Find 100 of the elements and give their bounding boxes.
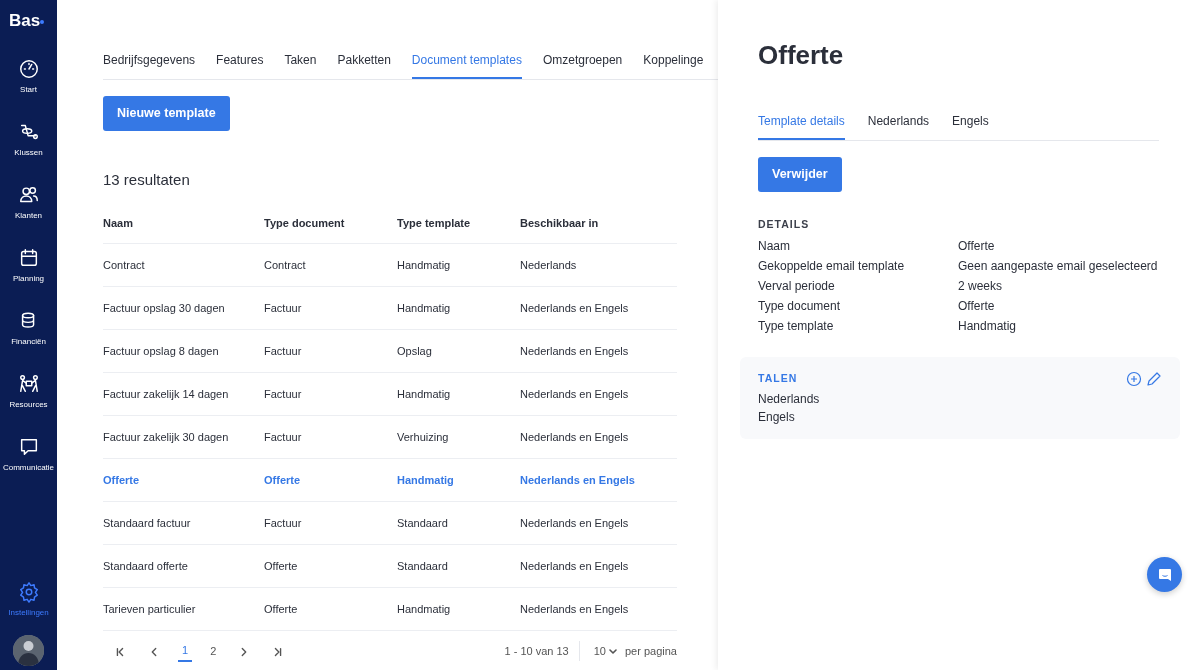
per-page-dropdown[interactable]: 10 [589, 640, 621, 662]
result-count: 13 resultaten [103, 170, 190, 188]
tab[interactable]: Koppelinge [643, 42, 704, 79]
tab[interactable]: Pakketten [337, 42, 391, 79]
table-cell: Opslag [397, 345, 432, 357]
per-page-label: per pagina [625, 643, 677, 659]
table-cell: Nederlands en Engels [520, 517, 629, 529]
table-cell: Factuur zakelijk 30 dagen [103, 431, 229, 443]
table-row[interactable]: Factuur zakelijk 14 dagen Factuur Handmatig Nederlands en Engels [103, 373, 677, 417]
table-cell: Contract [103, 259, 145, 271]
section-title: TALEN [758, 370, 799, 386]
table-cell: Handmatig [397, 388, 451, 400]
table-row[interactable]: Factuur opslag 8 dagen Factuur Opslag Nederlands en Engels [103, 330, 677, 374]
tab[interactable]: Document templates [411, 42, 522, 79]
field-label: Verval periode [758, 278, 835, 293]
field-value: Geen aangepaste email geselecteerd [958, 258, 1158, 273]
table-cell: Nederlands en Engels [520, 603, 629, 615]
tab[interactable]: Bedrijfsgegevens [103, 42, 196, 79]
page-button[interactable]: 1 [178, 639, 193, 663]
field-label: Gekoppelde email template [758, 258, 905, 273]
table-row[interactable]: Offerte Offerte Handmatig Nederlands en Engels [103, 459, 677, 503]
table-row[interactable]: Factuur zakelijk 30 dagen Factuur Verhuizing Nederlands en Engels [103, 416, 677, 460]
table-row[interactable]: Standaard factuur Factuur Standaard Nederlands en Engels [103, 502, 677, 546]
sidebar-item[interactable]: Instellingen [0, 568, 57, 631]
gauge-icon [17, 58, 40, 80]
table-cell: Factuur [264, 345, 302, 357]
table-cell: Tarieven particulier [103, 603, 196, 615]
table-row[interactable]: Standaard offerte Offerte Standaard Nederlands en Engels [103, 545, 677, 589]
table-cell: Factuur [264, 388, 302, 400]
delete-button[interactable]: Verwijder [758, 157, 842, 192]
table-cell: Standaard factuur [103, 517, 191, 529]
field-value: 2 weeks [958, 278, 1003, 293]
page-button[interactable]: 2 [206, 640, 221, 662]
table-cell: Nederlands en Engels [520, 388, 629, 400]
sidebar-item[interactable]: Financiën [0, 297, 57, 361]
table-cell: Factuur [264, 517, 302, 529]
field-value: Offerte [958, 238, 995, 253]
tab[interactable]: Features [216, 42, 264, 79]
tab[interactable]: Taken [284, 42, 317, 79]
sidebar-item[interactable]: Klussen [0, 108, 57, 172]
field-label: Type template [758, 318, 834, 333]
chat-icon [1156, 566, 1173, 583]
language-item: Nederlands [758, 391, 820, 409]
table-cell: Factuur [264, 302, 302, 314]
add-icon[interactable] [1126, 370, 1142, 387]
avatar[interactable] [13, 635, 44, 666]
table-row[interactable]: Factuur opslag 30 dagen Factuur Handmatig Nederlands en Engels [103, 287, 677, 331]
table-cell: Nederlands en Engels [520, 474, 635, 486]
tab[interactable]: Template details [758, 103, 845, 140]
table-cell: Factuur opslag 8 dagen [103, 345, 219, 357]
column-header: Type template [397, 216, 472, 232]
edit-icon[interactable] [1146, 370, 1162, 387]
logo: Bas [9, 8, 57, 34]
sidebar-item[interactable]: Planning [0, 234, 57, 298]
table-cell: Offerte [264, 560, 298, 572]
logo-dot-icon [40, 19, 45, 24]
field-label: Type document [758, 298, 841, 313]
table-cell: Nederlands en Engels [520, 431, 629, 443]
settings-icon [17, 580, 40, 603]
column-header: Naam [103, 216, 134, 232]
table-row[interactable]: Contract Contract Handmatig Nederlands [103, 244, 677, 288]
table-cell: Handmatig [397, 259, 451, 271]
table-cell: Verhuizing [397, 431, 449, 443]
table-cell: Offerte [264, 474, 301, 486]
column-header: Beschikbaar in [520, 216, 600, 232]
table-cell: Handmatig [397, 474, 454, 486]
sidebar-item[interactable]: Resources [0, 360, 57, 424]
chat-button[interactable] [1147, 557, 1182, 592]
tab[interactable]: Engels [952, 103, 989, 140]
table-cell: Offerte [264, 603, 298, 615]
table-cell: Nederlands en Engels [520, 302, 629, 314]
page-range: 1 - 10 van 13 [504, 643, 569, 659]
movers-icon [17, 373, 40, 395]
section-title: DETAILS [758, 217, 810, 230]
table-cell: Standaard [397, 517, 448, 529]
sidebar-item[interactable]: Klanten [0, 171, 57, 235]
table-cell: Factuur [264, 431, 302, 443]
table-cell: Factuur opslag 30 dagen [103, 302, 225, 314]
tab[interactable]: Nederlands [867, 103, 930, 140]
field-value: Handmatig [958, 318, 1017, 333]
table-cell: Nederlands en Engels [520, 345, 629, 357]
field-value: Offerte [958, 298, 995, 313]
tab[interactable]: Omzetgroepen [542, 42, 623, 79]
sidebar-item[interactable]: Start [0, 45, 57, 109]
new-template-button[interactable]: Nieuwe template [103, 96, 230, 131]
sidebar-item[interactable]: Communicatie [0, 423, 57, 487]
table-cell: Standaard offerte [103, 560, 188, 572]
table-cell: Standaard [397, 560, 448, 572]
table-cell: Handmatig [397, 302, 451, 314]
panel-title: Offerte [758, 40, 844, 70]
table-cell: Nederlands en Engels [520, 560, 629, 572]
column-header: Type document [264, 216, 346, 232]
language-item: Engels [758, 409, 796, 427]
chevron-down-icon [609, 648, 617, 655]
table-row[interactable]: Tarieven particulier Offerte Handmatig Nederlands en Engels [103, 588, 677, 632]
table-cell: Offerte [103, 474, 140, 486]
table-cell: Contract [264, 259, 306, 271]
table-cell: Factuur zakelijk 14 dagen [103, 388, 229, 400]
table-cell: Nederlands [520, 259, 577, 271]
field-label: Naam [758, 238, 790, 253]
